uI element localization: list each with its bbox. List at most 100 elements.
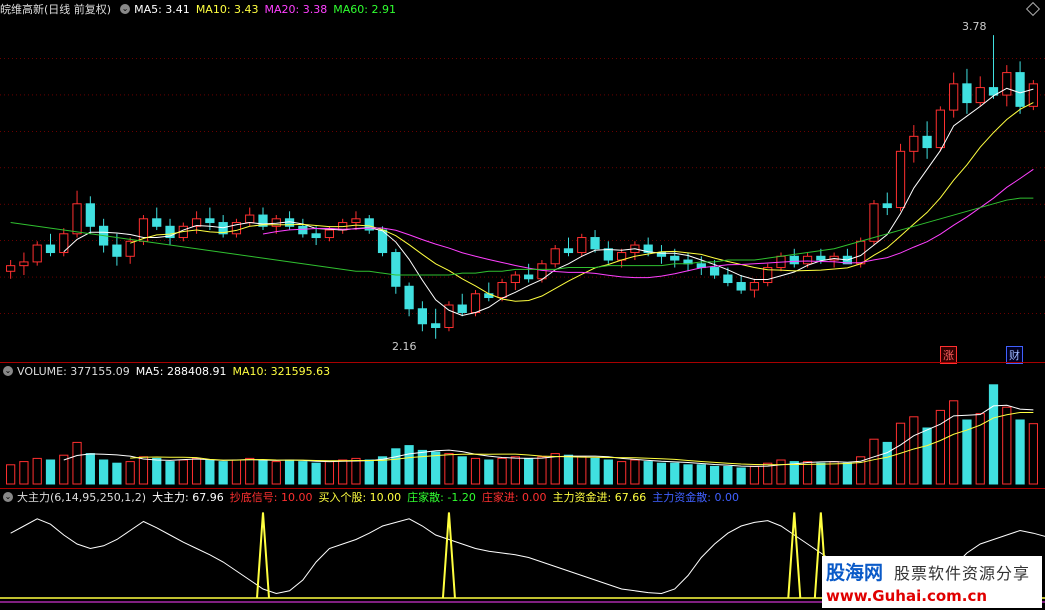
volume-bar — [245, 457, 255, 485]
volume-bar — [696, 464, 706, 485]
indicator-value-0: 大主力: 67.96 — [152, 491, 224, 504]
volume-bar — [218, 461, 228, 485]
volume-bar — [1028, 423, 1038, 485]
volume-bar — [616, 461, 627, 485]
watermark-url: www.Guhai.com.cn — [826, 587, 988, 605]
candle-body — [802, 255, 813, 265]
ma5-label: MA5: 3.41 — [134, 2, 190, 16]
candle-body — [484, 293, 494, 299]
volume-bar — [709, 465, 720, 485]
volume-bar — [391, 448, 401, 485]
candle-body — [152, 218, 162, 227]
volume-pane[interactable]: ⌄ VOLUME: 377155.09 MA5: 288408.91 MA10:… — [0, 362, 1045, 488]
volume-bar — [550, 453, 560, 485]
volume-bar — [922, 427, 932, 485]
ma20-label: MA20: 3.38 — [264, 2, 328, 16]
volume-bar — [45, 459, 56, 485]
volume-bar — [1015, 419, 1025, 485]
volume-bar — [802, 461, 813, 485]
volume-bar — [191, 457, 202, 485]
candle-body — [603, 248, 613, 261]
candle-body — [351, 218, 361, 224]
candle-body — [975, 87, 985, 104]
candle-body — [949, 83, 959, 111]
volume-bar — [377, 456, 388, 485]
candle-body — [125, 240, 135, 257]
volume-bar — [842, 462, 853, 485]
candle-body — [935, 109, 946, 149]
volume-bar — [311, 462, 321, 485]
volume-bar — [776, 459, 786, 485]
volume-bar — [988, 384, 999, 485]
candle-body — [962, 83, 972, 104]
volume-bar — [138, 456, 149, 485]
candle-body — [324, 229, 335, 239]
volume-bar — [683, 464, 693, 485]
candle-body — [510, 274, 520, 284]
volume-bar — [829, 461, 839, 485]
candle-body — [205, 218, 215, 224]
volume-bar — [935, 409, 946, 485]
collapse-icon[interactable]: ⌄ — [3, 492, 13, 502]
candle-body — [32, 244, 42, 263]
ma20-line — [262, 168, 1034, 279]
volume-bar — [470, 457, 481, 485]
signal-spike — [256, 512, 270, 599]
ma60-label: MA60: 2.91 — [333, 2, 396, 16]
volume-bar — [125, 461, 135, 485]
volume-bar — [284, 459, 295, 485]
indicator-value-1: 抄底信号: 10.00 — [229, 491, 313, 504]
volume-bar — [32, 457, 42, 485]
candle-body — [749, 282, 760, 291]
candle-body — [1015, 72, 1025, 107]
candle-body — [577, 237, 587, 254]
volume-bar — [484, 459, 494, 485]
volume-bar — [510, 456, 520, 485]
volume-bar — [670, 462, 680, 485]
candlestick-chart[interactable] — [0, 0, 1045, 362]
candle-body — [590, 237, 600, 250]
volume-bar — [271, 461, 281, 485]
vol-ma10-label: MA10: 321595.63 — [232, 364, 331, 378]
candle-body — [709, 267, 720, 276]
collapse-icon[interactable]: ⌄ — [3, 366, 13, 376]
volume-bar — [975, 413, 985, 485]
candle-body — [6, 265, 16, 272]
collapse-icon[interactable]: ⌄ — [120, 4, 131, 14]
guhai-watermark-logo: 股海网 股票软件资源分享 www.Guhai.com.cn — [822, 556, 1042, 608]
volume-bar — [404, 445, 414, 485]
volume-bar — [949, 400, 959, 485]
volume-bar — [577, 456, 587, 485]
volume-bar — [816, 462, 826, 485]
volume-label: VOLUME: 377155.09 — [17, 364, 130, 378]
indicator-header: ⌄ 大主力(6,14,95,250,1,2) 大主力: 67.96 抄底信号: … — [0, 488, 745, 506]
price-pane[interactable]: 皖维高新(日线 前复权) ⌄ MA5: 3.41 MA10: 3.43 MA20… — [0, 0, 1045, 364]
candle-body — [789, 255, 799, 265]
volume-bar — [457, 456, 467, 485]
candle-body — [922, 135, 932, 149]
volume-bar — [630, 459, 640, 485]
signal-spike — [441, 512, 456, 599]
ma10-label: MA10: 3.43 — [195, 2, 259, 16]
volume-chart[interactable] — [0, 362, 1045, 488]
volume-bar — [444, 453, 454, 485]
candle-body — [524, 274, 534, 280]
candle-body — [736, 282, 746, 291]
volume-bar — [603, 459, 613, 485]
candle-body — [417, 308, 428, 325]
indicator-value-3: 庄家散: -1.20 — [407, 491, 476, 504]
high-price-label: 3.78 — [962, 20, 987, 33]
volume-bar — [112, 462, 122, 485]
candle-body — [85, 203, 95, 227]
volume-bar — [98, 459, 109, 485]
volume-bar — [537, 456, 547, 485]
volume-bar — [497, 457, 507, 485]
signal-spike — [787, 512, 802, 599]
price-header: 皖维高新(日线 前复权) ⌄ MA5: 3.41 MA10: 3.43 MA20… — [0, 0, 402, 18]
candle-body — [19, 261, 29, 267]
candle-body — [391, 252, 401, 287]
candle-body — [1002, 72, 1012, 96]
candle-body — [670, 255, 680, 261]
indicator-value-6: 主力资金散: 0.00 — [652, 491, 739, 504]
candle-body — [816, 255, 826, 261]
